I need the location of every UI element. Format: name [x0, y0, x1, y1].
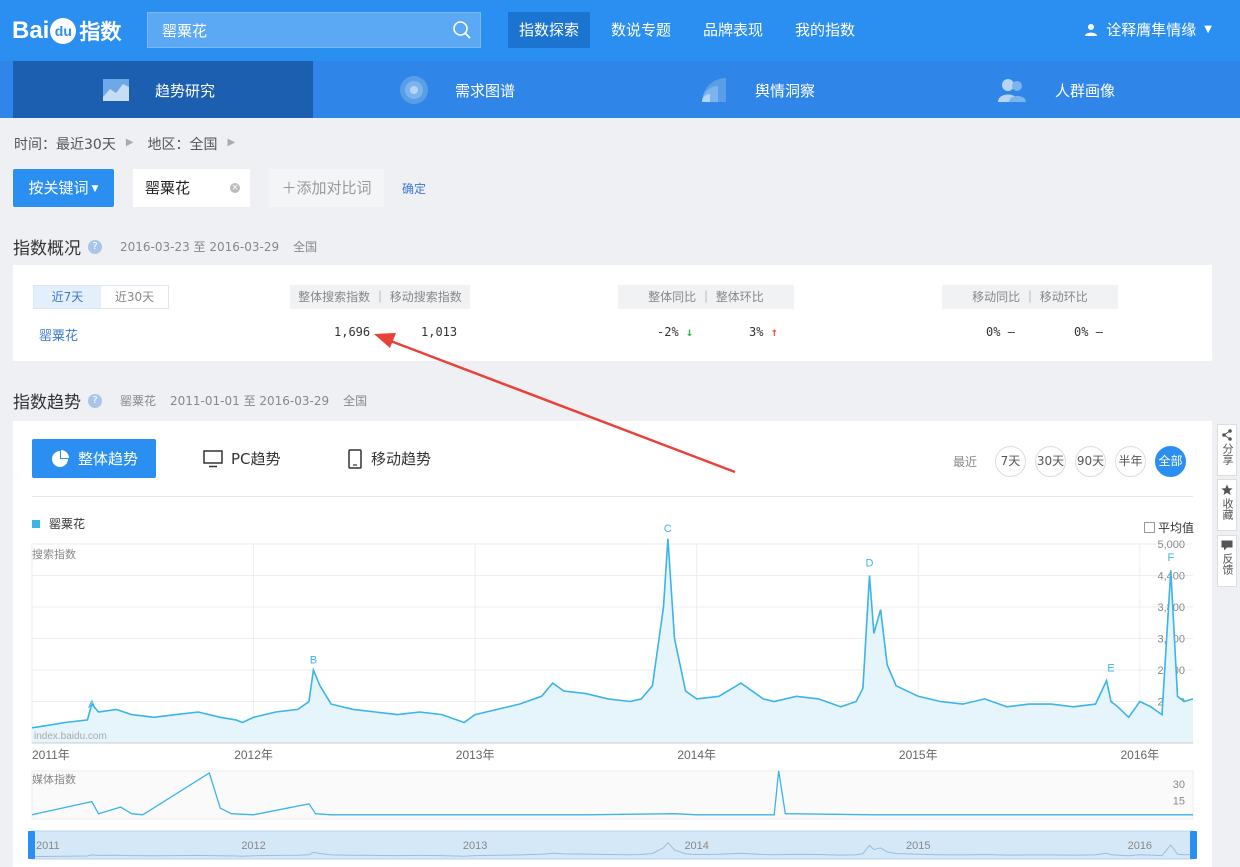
- favorite-tool[interactable]: 收藏: [1217, 479, 1237, 531]
- share-tool[interactable]: 分享: [1217, 424, 1237, 476]
- annotation-arrowhead: [374, 333, 396, 348]
- feedback-tool[interactable]: 反馈: [1217, 535, 1237, 587]
- share-icon: [1222, 429, 1232, 441]
- annotation-arrow-line: [387, 338, 736, 474]
- favorite-label: 收藏: [1221, 498, 1234, 520]
- share-label: 分享: [1221, 443, 1234, 465]
- annotation-overlay: [374, 333, 736, 474]
- feedback-label: 反馈: [1221, 553, 1234, 575]
- star-icon: [1221, 484, 1233, 495]
- comment-icon: [1221, 540, 1233, 551]
